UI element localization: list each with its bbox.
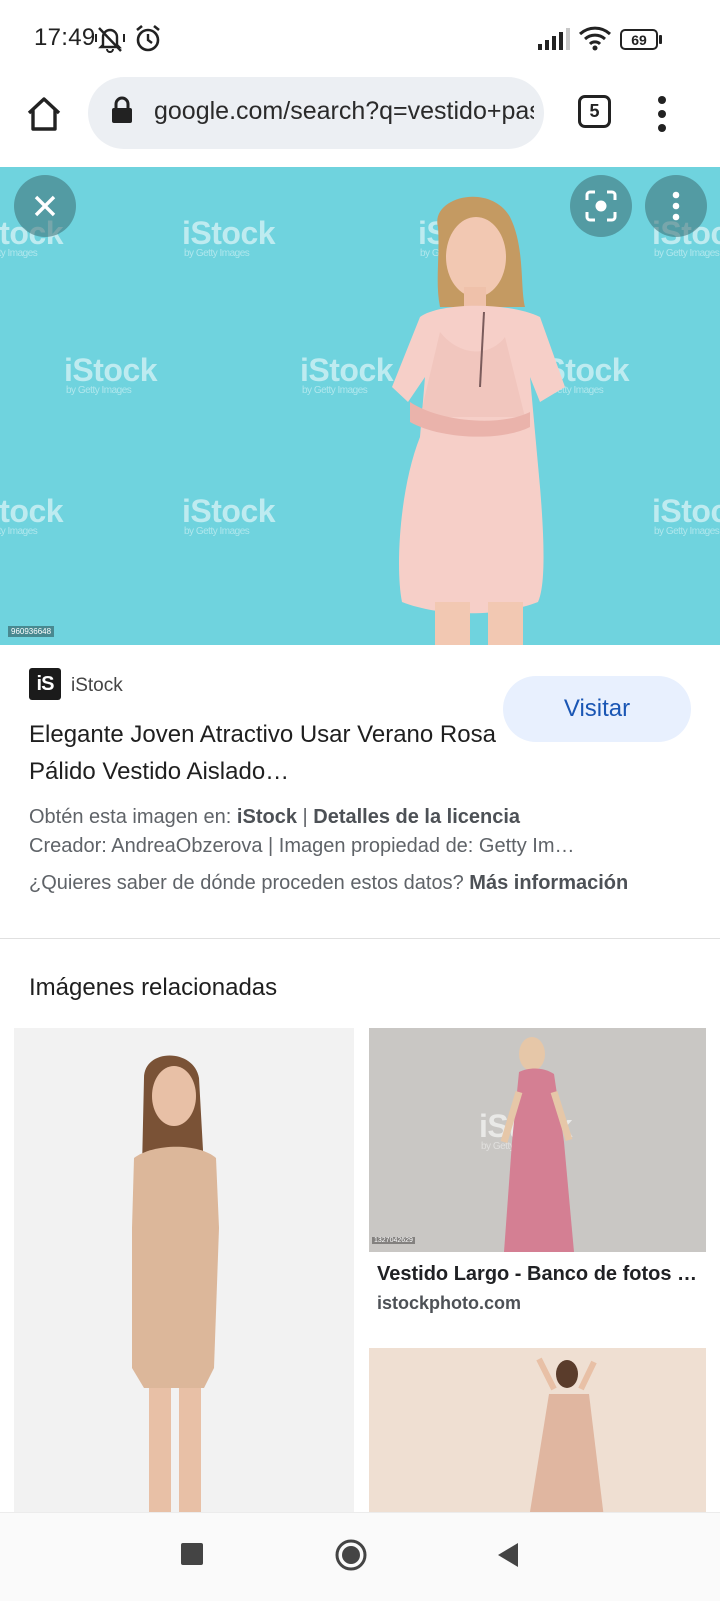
- lock-icon[interactable]: [110, 96, 134, 124]
- related-item-site[interactable]: istockphoto.com: [377, 1293, 521, 1314]
- model-figure: [392, 196, 565, 645]
- back-icon[interactable]: [496, 1541, 520, 1569]
- divider: [0, 938, 720, 939]
- home-circle-icon[interactable]: [334, 1538, 368, 1572]
- home-button[interactable]: [22, 92, 66, 136]
- url-text[interactable]: google.com/search?q=vestido+pastel: [154, 97, 534, 126]
- model-figure: [132, 1055, 219, 1514]
- lens-button[interactable]: [570, 175, 632, 237]
- alarm-icon: [136, 24, 160, 52]
- related-image-3[interactable]: [369, 1348, 706, 1518]
- related-item-title[interactable]: Vestido Largo - Banco de fotos e…: [377, 1263, 702, 1286]
- home-icon: [27, 97, 61, 131]
- wifi-icon: [578, 26, 612, 51]
- image-id: 1327042629: [372, 1237, 415, 1244]
- tab-count: 5: [589, 101, 600, 121]
- related-image-1[interactable]: [14, 1028, 354, 1514]
- more-vert-icon[interactable]: [655, 92, 669, 136]
- lens-icon: [585, 190, 617, 222]
- close-icon: [34, 195, 56, 217]
- battery-tip: [659, 35, 662, 44]
- signal-icon: [538, 28, 570, 50]
- license-line: Obtén esta imagen en: iStock | Detalles …: [29, 806, 521, 828]
- watermark: iStockby Getty Images: [652, 493, 720, 537]
- more-vert-icon: [672, 191, 680, 221]
- related-image-2[interactable]: iStockby Getty Images: [369, 1028, 706, 1252]
- watermark: iStockby Getty Images: [182, 493, 276, 537]
- data-source-info: ¿Quieres saber de dónde proceden estos d…: [29, 872, 629, 894]
- watermark: iStockby Getty Images: [0, 493, 64, 537]
- image-id: 960936648: [8, 626, 55, 637]
- watermark: iStockby Getty Images: [64, 352, 158, 396]
- creator-line: Creador: AndreaObzerova | Imagen propied…: [29, 835, 575, 857]
- visit-button[interactable]: Visitar: [503, 676, 691, 742]
- result-title[interactable]: Elegante Joven Atractivo Usar Verano Ros…: [29, 716, 499, 790]
- battery-icon: 69: [620, 29, 658, 50]
- license-details-link[interactable]: Detalles de la licencia: [313, 806, 520, 828]
- mute-vibrate-icon: [95, 27, 125, 53]
- status-time: 17:49: [34, 24, 96, 51]
- recents-icon[interactable]: [181, 1543, 203, 1565]
- source-logo: iS: [29, 668, 61, 700]
- preview-image[interactable]: iStockby Getty Images iStockby Getty Ima…: [0, 167, 720, 645]
- model-figure: [529, 1357, 604, 1518]
- tab-switcher-button[interactable]: 5: [578, 95, 611, 128]
- close-button[interactable]: [14, 175, 76, 237]
- related-images-heading: Imágenes relacionadas: [29, 974, 278, 1001]
- image-menu-button[interactable]: [645, 175, 707, 237]
- license-source-link[interactable]: iStock: [237, 806, 297, 828]
- model-figure: [500, 1037, 574, 1252]
- source-name[interactable]: iStock: [71, 675, 123, 697]
- watermark: iStockby Getty Images: [182, 215, 276, 259]
- more-info-link[interactable]: Más información: [469, 872, 628, 894]
- battery-level: 69: [631, 31, 647, 48]
